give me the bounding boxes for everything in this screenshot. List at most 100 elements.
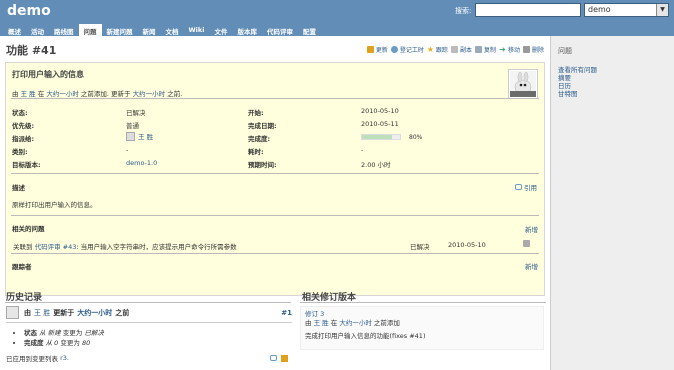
tab-wiki[interactable]: Wiki <box>184 24 210 36</box>
assignee-link[interactable]: 王 胜 <box>138 131 153 141</box>
sidebar-item-calendar[interactable]: 日历 <box>558 82 667 90</box>
chevron-down-icon[interactable]: ▼ <box>656 4 668 16</box>
revision-meta: 由 王 胜 在 大约一小时 之前添加 <box>305 319 539 328</box>
change-label: 状态 <box>24 329 37 337</box>
watchers-label: 跟踪者 <box>12 263 32 271</box>
author-line: 由 王 胜 在 大约一小时 之前添加. 更新于 大约一小时 之前. <box>12 88 182 98</box>
divider <box>300 302 546 303</box>
journal-note-prefix: 已应用到变更列表 <box>6 355 58 363</box>
revision-link[interactable]: 修订 3 <box>305 310 539 319</box>
added-word: 在 <box>37 90 45 98</box>
copy-label: 副本 <box>459 47 472 54</box>
journal-middle: 更新于 <box>53 308 75 317</box>
edit-icon <box>366 46 374 53</box>
start-date-label: 开始: <box>248 109 264 117</box>
revision-entry: 修订 3 由 王 胜 在 大约一小时 之前添加 完成打印用户输入信息的功能(fi… <box>300 306 544 350</box>
copy-icon <box>450 46 458 53</box>
relation-issue-link[interactable]: 代码评审 #43 <box>35 243 77 251</box>
search-label: 搜索: <box>455 7 472 15</box>
divider <box>11 98 539 99</box>
assignee-value-wrap: 王 胜 <box>126 131 153 141</box>
add-watcher-link[interactable]: 新增 <box>525 261 538 271</box>
issue-heading: 功能 #41 <box>6 44 57 57</box>
estimated-time-label: 预期时间: <box>248 161 277 169</box>
updated-suffix: 之前. <box>167 90 183 98</box>
main-menu: 概述 活动 路线图 问题 新建问题 新闻 文档 Wiki 文件 版本库 代码评审… <box>3 24 321 36</box>
due-date-value: 2010-05-11 <box>361 120 399 128</box>
search-input[interactable] <box>475 3 581 17</box>
delete-label: 删除 <box>531 47 544 54</box>
done-ratio-bar <box>361 134 401 140</box>
sidebar-title: 问题 <box>558 47 572 55</box>
journal-suffix: 之前 <box>115 308 130 317</box>
tab-roadmap[interactable]: 路线图 <box>49 24 79 36</box>
change-to: 变更为 <box>60 339 80 347</box>
priority-label: 优先级: <box>12 122 35 130</box>
sidebar-item-gantt[interactable]: 甘特图 <box>558 90 667 98</box>
journal-prefix: 由 <box>24 308 31 317</box>
changeset-link[interactable]: r3. <box>60 354 69 362</box>
watch-link[interactable]: ★ 跟踪 <box>426 45 448 55</box>
project-select[interactable]: demo ▼ <box>584 3 669 17</box>
tab-activity[interactable]: 活动 <box>26 24 49 36</box>
spent-time-label: 耗时: <box>248 148 264 156</box>
sidebar-item-all-issues[interactable]: 查看所有问题 <box>558 66 667 74</box>
divider <box>11 253 539 254</box>
tab-code-review[interactable]: 代码评审 <box>262 24 298 36</box>
move-label: 移动 <box>507 47 520 54</box>
target-version-link[interactable]: demo-1.0 <box>126 159 157 167</box>
comment-icon <box>515 184 522 190</box>
rabbit-avatar-icon <box>510 71 536 97</box>
change-value: 80 <box>81 339 91 347</box>
quote-link[interactable]: 引用 <box>515 182 537 192</box>
revision-author-link[interactable]: 王 胜 <box>314 319 329 327</box>
done-ratio-value: 80% <box>409 134 423 141</box>
added-time-link[interactable]: 大约一小时 <box>46 90 79 98</box>
journal-author-link[interactable]: 王 胜 <box>34 308 50 318</box>
log-time-label: 登记工时 <box>399 47 424 54</box>
tab-documents[interactable]: 文档 <box>161 24 184 36</box>
journal-change: 状态 从 新建 变更为 已解决 <box>24 328 292 338</box>
category-label: 类别: <box>12 148 28 156</box>
change-from: 从 0 <box>45 339 59 347</box>
revision-time-link[interactable]: 大约一小时 <box>339 319 372 327</box>
move-link[interactable]: ➜ 移动 <box>499 45 520 55</box>
tab-news[interactable]: 新闻 <box>138 24 161 36</box>
journal-number-link[interactable]: #1 <box>281 309 292 317</box>
revision-suffix: 之前添加 <box>373 319 400 327</box>
divider <box>6 322 292 323</box>
assignee-label: 指派给: <box>12 135 35 143</box>
tab-issues[interactable]: 问题 <box>78 24 102 36</box>
tab-repository[interactable]: 版本库 <box>232 24 262 36</box>
journal-header: 由 王 胜 更新于 大约一小时 之前 #1 <box>6 306 292 319</box>
journal-note: 已应用到变更列表 r3. <box>6 353 292 363</box>
add-relation-link[interactable]: 新增 <box>525 224 538 234</box>
delete-link[interactable]: 删除 <box>522 45 544 54</box>
duplicate-link[interactable]: 复制 <box>474 45 496 54</box>
star-icon: ★ <box>426 45 435 54</box>
done-ratio-label: 完成度: <box>248 135 271 143</box>
author-link[interactable]: 王 胜 <box>21 90 36 98</box>
tab-overview[interactable]: 概述 <box>3 24 26 36</box>
log-time-link[interactable]: 登记工时 <box>390 45 424 54</box>
issue-subject: 打印用户输入的信息 <box>12 70 84 79</box>
tab-settings[interactable]: 配置 <box>298 24 321 36</box>
updated-time-link[interactable]: 大约一小时 <box>133 90 166 98</box>
relation-status: 已解决 <box>410 243 430 251</box>
issue-actions: 更新 登记工时 ★ 跟踪 副本 复制 ➜ 移动 删除 <box>366 45 544 55</box>
top-header: demo 搜索: demo ▼ 概述 活动 路线图 问题 新建问题 新闻 文档 … <box>0 0 674 36</box>
relation-text: : 当用户输入空字符串时，应该提示用户命令行所需参数 <box>76 243 237 251</box>
trash-icon[interactable] <box>523 240 530 247</box>
divider <box>5 302 291 303</box>
tab-new-issue[interactable]: 新建问题 <box>102 24 138 36</box>
duplicate-label: 复制 <box>483 47 496 54</box>
journal-time-link[interactable]: 大约一小时 <box>77 308 112 318</box>
author-prefix: 由 <box>12 90 19 98</box>
tab-files[interactable]: 文件 <box>209 24 232 36</box>
edit-link[interactable]: 更新 <box>366 45 388 54</box>
sidebar-item-summary[interactable]: 摘要 <box>558 74 667 82</box>
description-text: 原样打印出用户输入的信息。 <box>12 201 97 209</box>
copy-link[interactable]: 副本 <box>450 45 472 54</box>
edit-icon[interactable] <box>281 354 288 362</box>
comment-icon[interactable] <box>270 355 277 361</box>
